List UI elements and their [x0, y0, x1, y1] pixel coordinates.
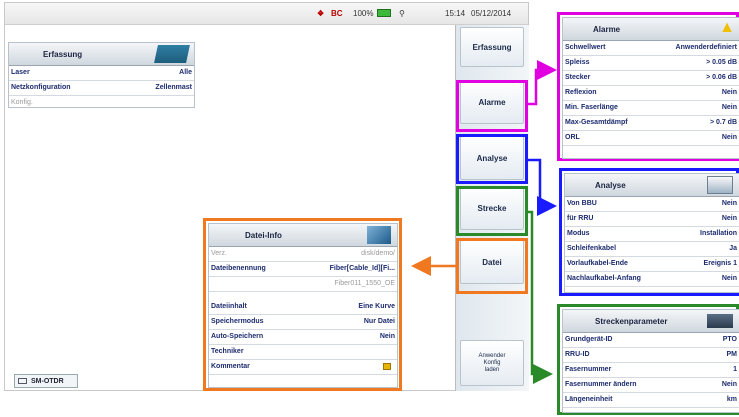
alarme-row[interactable]: ORL Nein	[563, 131, 739, 146]
strecke-row[interactable]: Längeneinheit km	[563, 393, 739, 408]
analyse-row[interactable]: Schleifenkabel Ja	[565, 242, 739, 257]
analyse-row[interactable]: für RRU Nein	[565, 212, 739, 227]
alarme-row[interactable]: Min. Faserlänge Nein	[563, 101, 739, 116]
alarme-row[interactable]: Max-Gesamtdämpf > 0.7 dB	[563, 116, 739, 131]
analyse-title-text: Analyse	[595, 181, 626, 190]
alarme-title: Alarme ▲	[563, 18, 739, 41]
alarme-row[interactable]: Reflexion Nein	[563, 86, 739, 101]
strecke-row[interactable]: Grundgerät-ID PTO	[563, 333, 739, 348]
analyse-panel: Analyse Von BBU Nein für RRU Nein Modus Ins…	[564, 173, 739, 293]
alarme-row[interactable]: Spleiss > 0.05 dB	[563, 56, 739, 71]
alarme-arrow	[528, 60, 557, 106]
alarme-title-text: Alarme	[593, 25, 621, 34]
strecke-title-text: Streckenparameter	[595, 317, 668, 326]
strecke-panel: Streckenparameter Grundgerät-ID PTO RRU-I…	[562, 309, 739, 413]
analyse-row[interactable]: Vorlaufkabel-Ende Ereignis 1	[565, 257, 739, 272]
alarme-row[interactable]: Schwellwert Anwenderdefiniert	[563, 41, 739, 56]
route-icon	[707, 314, 733, 328]
analyse-arrow	[528, 158, 557, 216]
analyse-row[interactable]: Nachlaufkabel-Anfang Nein	[565, 272, 739, 287]
strecke-row[interactable]: Fasernummer 1	[563, 363, 739, 378]
strecke-title: Streckenparameter	[563, 310, 739, 333]
alarme-panel: Alarme ▲ Schwellwert Anwenderdefiniert Sp…	[562, 17, 739, 159]
warning-icon: ▲	[719, 19, 735, 36]
analyse-row[interactable]: Von BBU Nein	[565, 197, 739, 212]
strecke-arrow	[528, 210, 553, 384]
analyse-title: Analyse	[565, 174, 739, 197]
strecke-row[interactable]: RRU-ID PM	[563, 348, 739, 363]
analyse-chart-icon	[707, 176, 733, 194]
strecke-row[interactable]: Fasernummer ändern Nein	[563, 378, 739, 393]
analyse-row[interactable]: Modus Installation	[565, 227, 739, 242]
alarme-row[interactable]: Stecker > 0.06 dB	[563, 71, 739, 86]
